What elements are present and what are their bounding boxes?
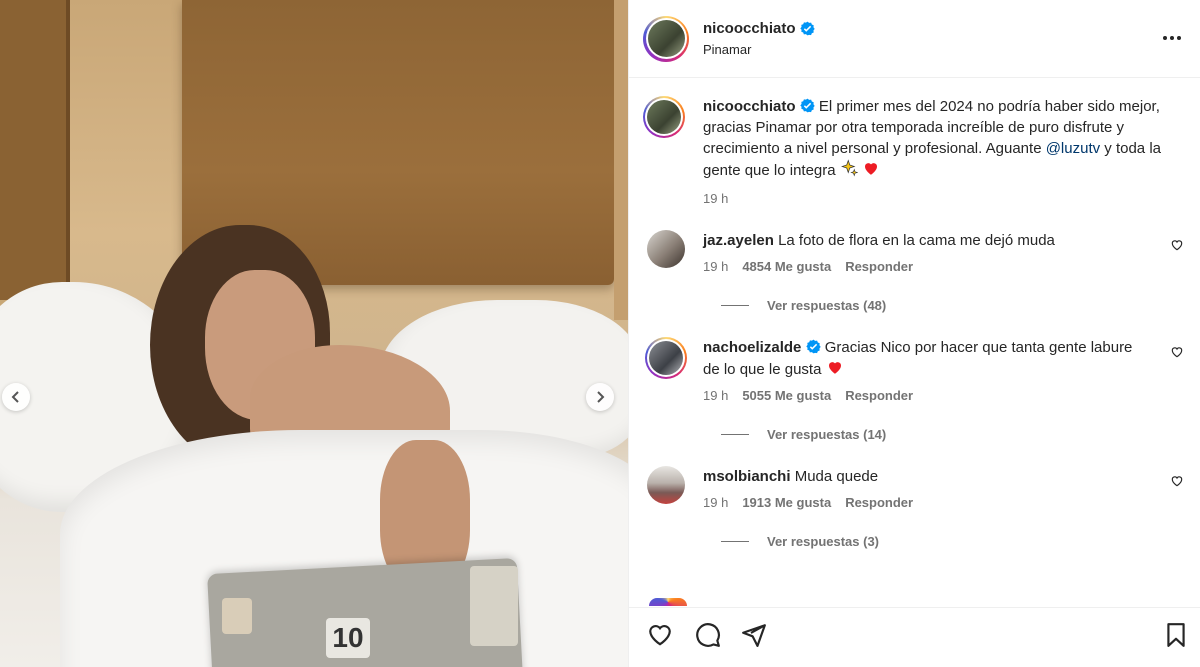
comment-text: nachoelizalde Gracias Nico por hacer que… xyxy=(703,337,1150,380)
previous-photo-button[interactable] xyxy=(2,383,30,411)
comment-likes[interactable]: 1913 Me gusta xyxy=(742,495,831,510)
view-replies-label[interactable]: Ver respuestas (3) xyxy=(767,534,879,549)
comment-like-button[interactable] xyxy=(1170,345,1184,359)
author-username[interactable]: nicoocchiato xyxy=(703,20,815,37)
comment-reply-button[interactable]: Responder xyxy=(845,388,913,403)
comment-username[interactable]: msolbianchi xyxy=(703,468,791,485)
more-options-button[interactable] xyxy=(1160,28,1184,48)
caption-time: 19 h xyxy=(703,191,729,206)
next-photo-button[interactable] xyxy=(586,383,614,411)
author-avatar[interactable] xyxy=(643,15,689,62)
author-username-text[interactable]: nicoocchiato xyxy=(703,20,796,37)
view-replies-button[interactable]: Ver respuestas (48) xyxy=(721,298,1184,313)
comment-likes[interactable]: 5055 Me gusta xyxy=(742,388,831,403)
comment-time: 19 h xyxy=(703,388,729,403)
view-replies-button[interactable]: Ver respuestas (14) xyxy=(721,427,1184,442)
caption-mention-link[interactable]: @luzutv xyxy=(1046,140,1100,157)
comment-avatar[interactable] xyxy=(647,466,685,504)
red-heart-emoji xyxy=(828,362,841,374)
comment-like-button[interactable] xyxy=(1170,474,1184,488)
photo-headboard-left xyxy=(0,0,70,300)
comment-icon[interactable] xyxy=(695,622,721,648)
heart-icon[interactable] xyxy=(647,622,673,648)
verified-icon xyxy=(800,98,815,113)
comment-reply-button[interactable]: Responder xyxy=(845,495,913,510)
post-location[interactable]: Pinamar xyxy=(703,42,815,57)
action-bar xyxy=(629,607,1200,667)
comment-item: jaz.ayelen La foto de flora en la cama m… xyxy=(643,230,1184,274)
comment-like-button[interactable] xyxy=(1170,238,1184,252)
caption-username[interactable]: nicoocchiato xyxy=(703,98,796,115)
comment-body: Muda quede xyxy=(794,468,879,485)
sparkles-emoji xyxy=(840,159,858,177)
more-icon xyxy=(1163,36,1167,40)
bookmark-icon[interactable] xyxy=(1163,622,1189,648)
view-replies-button[interactable]: Ver respuestas (3) xyxy=(721,534,1184,549)
comment-avatar[interactable] xyxy=(645,337,687,379)
caption-text: nicoocchiato El primer mes del 2024 no p… xyxy=(703,96,1174,181)
comment-username[interactable]: jaz.ayelen xyxy=(703,232,774,249)
comment-reply-button[interactable]: Responder xyxy=(845,259,913,274)
share-icon[interactable] xyxy=(741,622,767,648)
post-photo[interactable]: 10 xyxy=(0,0,628,667)
photo-sticker-number: 10 xyxy=(326,618,370,658)
caption-author-avatar[interactable] xyxy=(643,96,685,138)
comment-likes[interactable]: 4854 Me gusta xyxy=(742,259,831,274)
view-replies-label[interactable]: Ver respuestas (48) xyxy=(767,298,886,313)
comment-avatar[interactable] xyxy=(647,230,685,268)
comments-list: nicoocchiato El primer mes del 2024 no p… xyxy=(629,78,1200,549)
photo-wall-right xyxy=(614,0,628,320)
comment-item: msolbianchi Muda quede 19 h 1913 Me gust… xyxy=(643,466,1184,510)
comment-body: La foto de flora en la cama me dejó muda xyxy=(778,232,1055,249)
post-caption: nicoocchiato El primer mes del 2024 no p… xyxy=(643,96,1184,206)
post-side-panel: nicoocchiato Pinamar nicoocchiato El pri… xyxy=(628,0,1200,667)
verified-icon xyxy=(799,21,815,36)
photo-sticker-crest xyxy=(222,598,252,634)
chevron-right-icon xyxy=(597,391,605,403)
comment-text: msolbianchi Muda quede xyxy=(703,466,1150,487)
view-replies-label[interactable]: Ver respuestas (14) xyxy=(767,427,886,442)
red-heart-emoji xyxy=(864,163,877,175)
comment-username[interactable]: nachoelizalde xyxy=(703,339,801,356)
post-header: nicoocchiato Pinamar xyxy=(629,0,1200,78)
comment-text: jaz.ayelen La foto de flora en la cama m… xyxy=(703,230,1150,251)
comment-item: nachoelizalde Gracias Nico por hacer que… xyxy=(643,337,1184,403)
chevron-left-icon xyxy=(11,391,19,403)
verified-icon xyxy=(805,339,821,354)
comment-time: 19 h xyxy=(703,495,729,510)
photo-sticker-player xyxy=(470,566,518,646)
next-comment-avatar-peek xyxy=(649,598,687,606)
comment-time: 19 h xyxy=(703,259,729,274)
